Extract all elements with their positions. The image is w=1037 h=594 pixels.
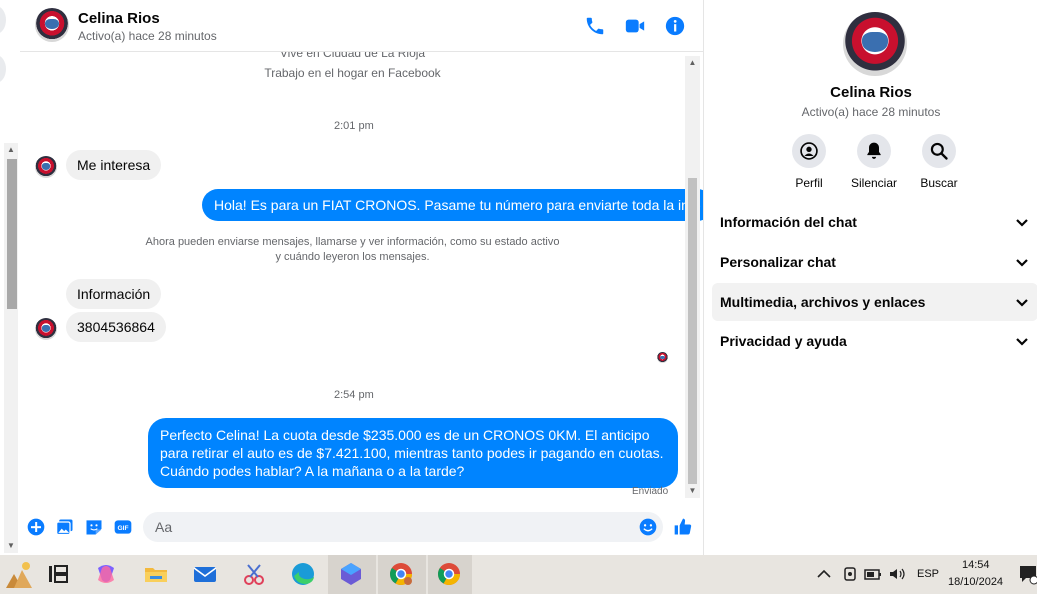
chevron-down-icon (1016, 299, 1028, 307)
messenger-window: ▲ ▼ Celina Rios Activo(a) hace 28 minuto… (0, 0, 1037, 555)
incoming-message[interactable]: Información (66, 279, 162, 309)
composer-bar: GIF Aa (20, 505, 703, 550)
message-timestamp: 2:54 pm (334, 389, 374, 401)
chrome-profile-icon[interactable] (387, 560, 415, 588)
section-privacy-help[interactable]: Privacidad y ayuda (712, 322, 1037, 360)
intro-location: Vive en Ciudad de La Rioja (279, 52, 426, 60)
info-icon[interactable] (664, 15, 686, 37)
sender-avatar[interactable] (35, 318, 57, 340)
scroll-up-arrow[interactable]: ▲ (4, 145, 18, 155)
chat-scrollbar[interactable]: ▲ ▼ (685, 56, 700, 498)
search-label: Buscar (920, 176, 958, 190)
volume-icon[interactable] (887, 565, 907, 583)
outer-scrollbar[interactable]: ▲ ▼ (4, 143, 18, 553)
section-customize-chat[interactable]: Personalizar chat (712, 243, 1037, 281)
chrome-icon[interactable] (435, 560, 463, 588)
svg-text:GIF: GIF (117, 525, 128, 532)
snipping-tool-icon[interactable] (240, 560, 268, 588)
battery-icon[interactable] (863, 565, 883, 583)
photos-app-icon[interactable] (337, 560, 365, 588)
nav-circle[interactable] (0, 55, 6, 83)
plus-icon[interactable] (26, 517, 46, 537)
profile-icon (800, 142, 818, 160)
read-receipt-avatar (657, 352, 668, 363)
side-contact-name: Celina Rios (830, 84, 912, 101)
profile-avatar[interactable] (843, 12, 907, 76)
gif-icon[interactable]: GIF (113, 517, 133, 537)
section-label: Personalizar chat (720, 254, 836, 270)
mail-icon[interactable] (191, 560, 219, 588)
scroll-up-arrow[interactable]: ▲ (685, 58, 700, 68)
chevron-down-icon (1016, 338, 1028, 346)
sender-avatar[interactable] (35, 156, 57, 178)
search-icon (930, 142, 948, 160)
intro-work: Trabajo en el hogar en Facebook (264, 66, 441, 80)
task-view-icon[interactable] (44, 560, 72, 588)
scroll-down-arrow[interactable]: ▼ (4, 541, 18, 551)
weather-widget-icon[interactable] (2, 558, 34, 592)
phone-icon[interactable] (584, 15, 606, 37)
outgoing-message[interactable]: Perfecto Celina! La cuota desde $235.000… (148, 418, 678, 488)
mute-action[interactable]: Silenciar (839, 134, 909, 190)
profile-button[interactable] (792, 134, 826, 168)
meet-now-icon[interactable] (841, 565, 859, 583)
message-list: Vive en Ciudad de La Rioja Trabajo en el… (20, 52, 703, 502)
language-indicator[interactable]: ESP (917, 568, 939, 580)
mute-label: Silenciar (850, 176, 898, 190)
profile-label: Perfil (795, 176, 823, 190)
chat-details-panel: Celina Rios Activo(a) hace 28 minutos Pe… (703, 0, 1037, 555)
side-contact-status: Activo(a) hace 28 minutos (801, 105, 941, 119)
incoming-message[interactable]: Me interesa (66, 150, 162, 180)
chevron-up-icon[interactable] (815, 565, 833, 583)
chevron-down-icon (1016, 259, 1028, 267)
privacy-notice-line2: y cuándo leyeron los mensajes. (275, 251, 430, 263)
photo-icon[interactable] (55, 517, 75, 537)
section-label: Información del chat (720, 214, 857, 230)
emoji-icon[interactable] (638, 517, 658, 537)
scrollbar-thumb[interactable] (7, 159, 17, 309)
message-timestamp: 2:01 pm (334, 120, 374, 132)
like-icon[interactable] (673, 517, 693, 537)
section-chat-info[interactable]: Información del chat (712, 203, 1037, 241)
sticker-icon[interactable] (84, 517, 104, 537)
scrollbar-thumb[interactable] (688, 178, 697, 484)
video-icon[interactable] (624, 15, 646, 37)
section-label: Multimedia, archivos y enlaces (720, 294, 926, 310)
section-label: Privacidad y ayuda (720, 333, 847, 349)
outgoing-message[interactable]: Hola! Es para un FIAT CRONOS. Pasame tu … (202, 189, 703, 221)
file-explorer-icon[interactable] (142, 560, 170, 588)
contact-name[interactable]: Celina Rios (78, 10, 160, 27)
message-input[interactable]: Aa (143, 512, 663, 542)
windows-taskbar: ESP 14:54 18/10/2024 (0, 555, 1037, 594)
sent-status: Enviado (632, 486, 669, 497)
notifications-icon[interactable] (1018, 563, 1037, 585)
clock-time[interactable]: 14:54 (962, 559, 990, 571)
incoming-message[interactable]: 3804536864 (66, 312, 166, 342)
left-panel-edge: ▲ ▼ (0, 0, 20, 555)
edge-icon[interactable] (289, 560, 317, 588)
chevron-down-icon (1016, 219, 1028, 227)
contact-status: Activo(a) hace 28 minutos (78, 29, 217, 43)
search-button[interactable] (922, 134, 956, 168)
contact-avatar[interactable] (35, 8, 69, 42)
chat-panel: Celina Rios Activo(a) hace 28 minutos Vi… (20, 0, 703, 555)
mute-button[interactable] (857, 134, 891, 168)
search-action[interactable]: Buscar (904, 134, 974, 190)
scroll-down-arrow[interactable]: ▼ (685, 486, 700, 496)
nav-circle[interactable] (0, 6, 6, 34)
privacy-notice-line1: Ahora pueden enviarse mensajes, llamarse… (145, 236, 560, 248)
bell-icon (867, 142, 881, 159)
chat-header: Celina Rios Activo(a) hace 28 minutos (20, 0, 703, 52)
clock-date[interactable]: 18/10/2024 (948, 576, 1003, 588)
copilot-icon[interactable] (92, 560, 120, 588)
section-media-files-links[interactable]: Multimedia, archivos y enlaces (712, 283, 1037, 321)
profile-action[interactable]: Perfil (774, 134, 844, 190)
